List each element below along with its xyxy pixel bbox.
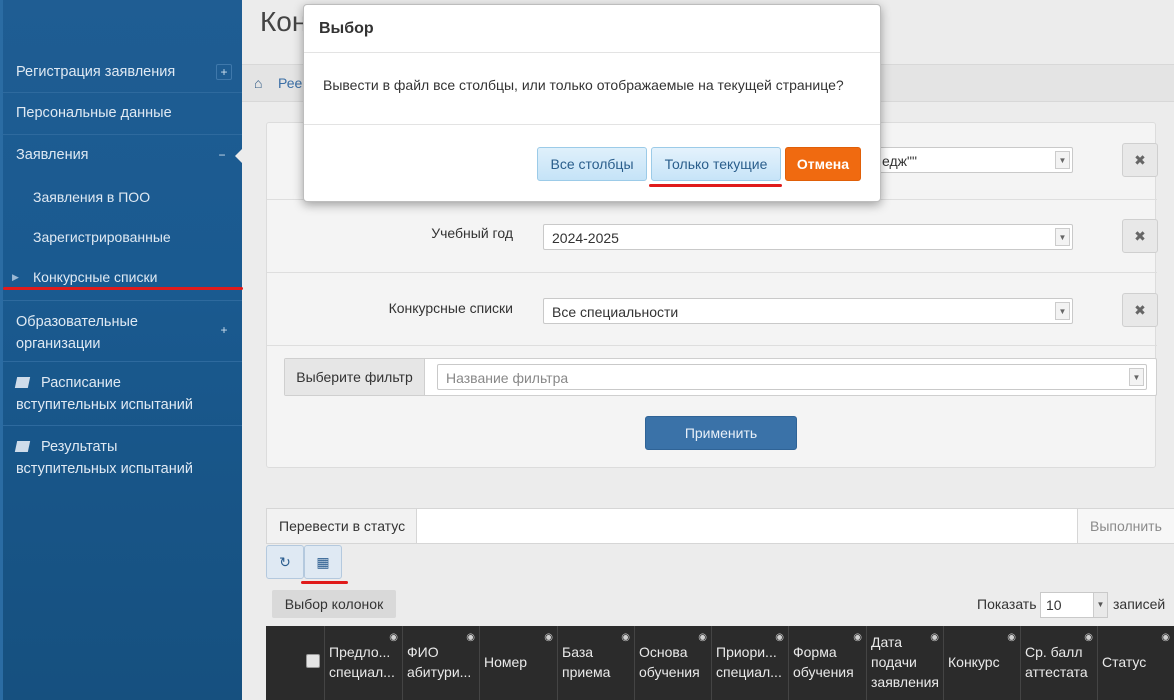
choice-dialog: Выбор Вывести в файл все столбцы, или то… — [303, 4, 881, 202]
dialog-header: Выбор — [304, 5, 880, 53]
dialog-overlay: Выбор Вывести в файл все столбцы, или то… — [0, 0, 1174, 700]
divider — [304, 124, 880, 125]
cancel-button[interactable]: Отмена — [785, 147, 861, 181]
dialog-message: Вывести в файл все столбцы, или только о… — [323, 77, 844, 93]
current-only-button[interactable]: Только текущие — [651, 147, 781, 181]
annotation-underline — [649, 184, 782, 187]
dialog-title: Выбор — [319, 20, 374, 37]
all-columns-button[interactable]: Все столбцы — [537, 147, 647, 181]
